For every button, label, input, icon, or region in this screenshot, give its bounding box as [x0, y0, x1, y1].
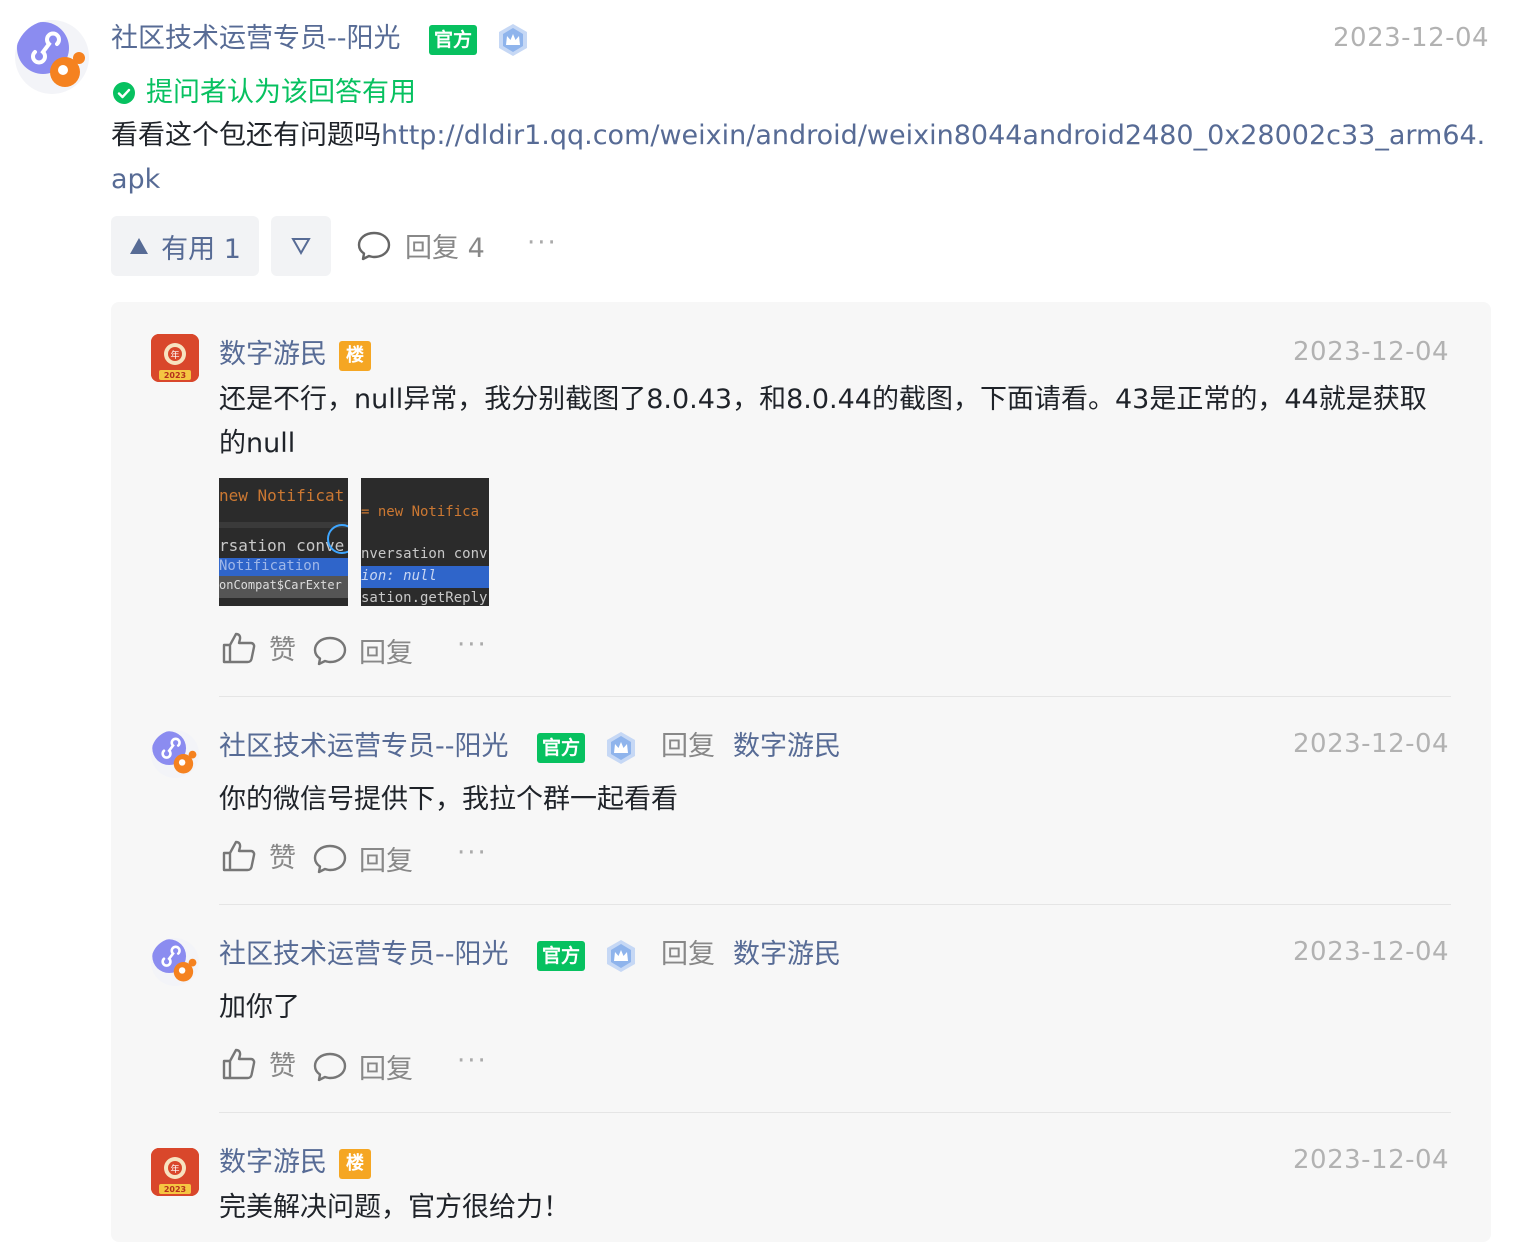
comment-bubble-icon — [313, 636, 347, 665]
miniprogram-logo-icon — [152, 939, 197, 982]
reply2-reply-label: 回复 — [359, 846, 413, 877]
comment-bubble-icon — [313, 844, 347, 873]
reply3-target-name[interactable]: 数字游民 — [733, 936, 841, 974]
reply1-screenshot-1[interactable]: new Notificat rsation conve Notification… — [219, 478, 348, 606]
reply3-date: 2023-12-04 — [1293, 937, 1450, 967]
reply2-more-button[interactable]: ··· — [457, 838, 488, 868]
reply2-date: 2023-12-04 — [1293, 729, 1450, 759]
reply1-text: 还是不行，null异常，我分别截图了8.0.43，和8.0.44的截图，下面请看… — [219, 384, 1427, 459]
answer-body: 看看这个包还有问题吗http://dldir1.qq.com/weixin/an… — [111, 114, 1496, 202]
answer-author-avatar[interactable] — [15, 20, 89, 94]
official-badge: 官方 — [429, 25, 478, 55]
reply3-reply-button[interactable]: 回复 — [313, 1047, 413, 1086]
reply2-target-name[interactable]: 数字游民 — [733, 728, 841, 766]
reply4-date: 2023-12-04 — [1293, 1145, 1450, 1175]
reply2-like-button[interactable]: 赞 — [221, 836, 296, 875]
reply1-like-button[interactable]: 赞 — [221, 628, 296, 667]
answer-author-name[interactable]: 社区技术运营专员--阳光 — [111, 20, 401, 58]
shot2-line1: = new Notifica — [361, 504, 480, 520]
reply3-author-name[interactable]: 社区技术运营专员--阳光 — [219, 936, 509, 974]
avatar-year-number: 2023 — [164, 1185, 186, 1194]
accepted-label: 提问者认为该回答有用 — [146, 77, 416, 108]
answer-more-button[interactable]: ··· — [527, 228, 558, 258]
reply3-like-button[interactable]: 赞 — [221, 1044, 296, 1083]
reply1-date: 2023-12-04 — [1293, 337, 1450, 367]
accepted-check-icon — [112, 81, 136, 105]
answer-date: 2023-12-04 — [1333, 23, 1490, 53]
reply2-text: 你的微信号提供下，我拉个群一起看看 — [219, 784, 678, 815]
shot1-line2: rsation conve — [219, 536, 345, 555]
not-useful-button[interactable] — [271, 216, 331, 276]
useful-label: 有用 1 — [161, 233, 241, 265]
reply1-reply-button[interactable]: 回复 — [313, 631, 413, 670]
reply-divider — [219, 904, 1451, 905]
reply1-like-label: 赞 — [269, 635, 296, 666]
official-badge: 官方 — [537, 941, 586, 971]
reply1-author-avatar[interactable]: 年 2023 — [151, 334, 199, 382]
shot2-line2: nversation conv — [361, 546, 488, 562]
avatar-year-char: 年 — [170, 349, 179, 361]
floor-badge: 楼 — [339, 341, 371, 371]
avatar-year-number: 2023 — [164, 371, 186, 380]
miniprogram-logo-icon — [17, 22, 85, 87]
reply2-like-label: 赞 — [269, 843, 296, 874]
reply1-more-button[interactable]: ··· — [457, 630, 488, 660]
triangle-up-icon — [130, 238, 149, 254]
reply3-author-avatar[interactable] — [151, 938, 199, 986]
reply3-like-label: 赞 — [269, 1051, 296, 1082]
miniprogram-logo-icon — [152, 731, 197, 774]
reply-divider — [219, 1112, 1451, 1113]
new-year-avatar-icon: 年 2023 — [151, 1148, 199, 1196]
comment-bubble-icon — [313, 1052, 347, 1081]
reply4-author-name[interactable]: 数字游民 — [219, 1144, 327, 1182]
floor-badge: 楼 — [339, 1149, 371, 1179]
useful-button[interactable]: 有用 1 — [111, 216, 259, 276]
answer-reply-label: 回复 4 — [405, 233, 485, 264]
official-badge: 官方 — [537, 733, 586, 763]
answer-reply-button[interactable]: 回复 4 — [357, 226, 485, 265]
crown-medal-icon — [495, 22, 531, 58]
reply1-reply-label: 回复 — [359, 638, 413, 669]
reply-divider — [219, 696, 1451, 697]
reply2-reply-button[interactable]: 回复 — [313, 839, 413, 878]
thumbs-up-icon — [222, 632, 256, 663]
crown-medal-icon — [603, 730, 639, 766]
shot2-line4: sation.getReply — [361, 590, 488, 606]
avatar-year-char: 年 — [170, 1163, 179, 1175]
reply1-screenshot-2[interactable]: = new Notifica nversation conv ion: null… — [361, 478, 489, 606]
triangle-down-icon — [291, 238, 311, 255]
reply4-author-avatar[interactable]: 年 2023 — [151, 1148, 199, 1196]
shot2-line3: ion: null — [361, 568, 437, 584]
thumbs-up-icon — [222, 1048, 256, 1079]
crown-medal-icon — [603, 938, 639, 974]
reply3-text: 加你了 — [219, 992, 300, 1023]
reply2-reply-word: 回复 — [661, 731, 715, 762]
reply2-author-avatar[interactable] — [151, 730, 199, 778]
reply1-author-name[interactable]: 数字游民 — [219, 336, 327, 374]
shot1-line3: Notification — [219, 558, 321, 574]
shot1-line4: onCompat$CarExter — [219, 578, 342, 592]
reply3-reply-word: 回复 — [661, 939, 715, 970]
reply4-text: 完美解决问题，官方很给力！ — [219, 1192, 570, 1223]
answer-body-text: 看看这个包还有问题吗 — [111, 120, 381, 151]
reply2-author-name[interactable]: 社区技术运营专员--阳光 — [219, 728, 509, 766]
reply3-reply-label: 回复 — [359, 1054, 413, 1085]
comment-bubble-icon — [357, 231, 391, 260]
new-year-avatar-icon: 年 2023 — [151, 334, 199, 382]
shot1-line1: new Notificat — [219, 486, 345, 505]
reply3-more-button[interactable]: ··· — [457, 1046, 488, 1076]
thumbs-up-icon — [222, 840, 256, 871]
